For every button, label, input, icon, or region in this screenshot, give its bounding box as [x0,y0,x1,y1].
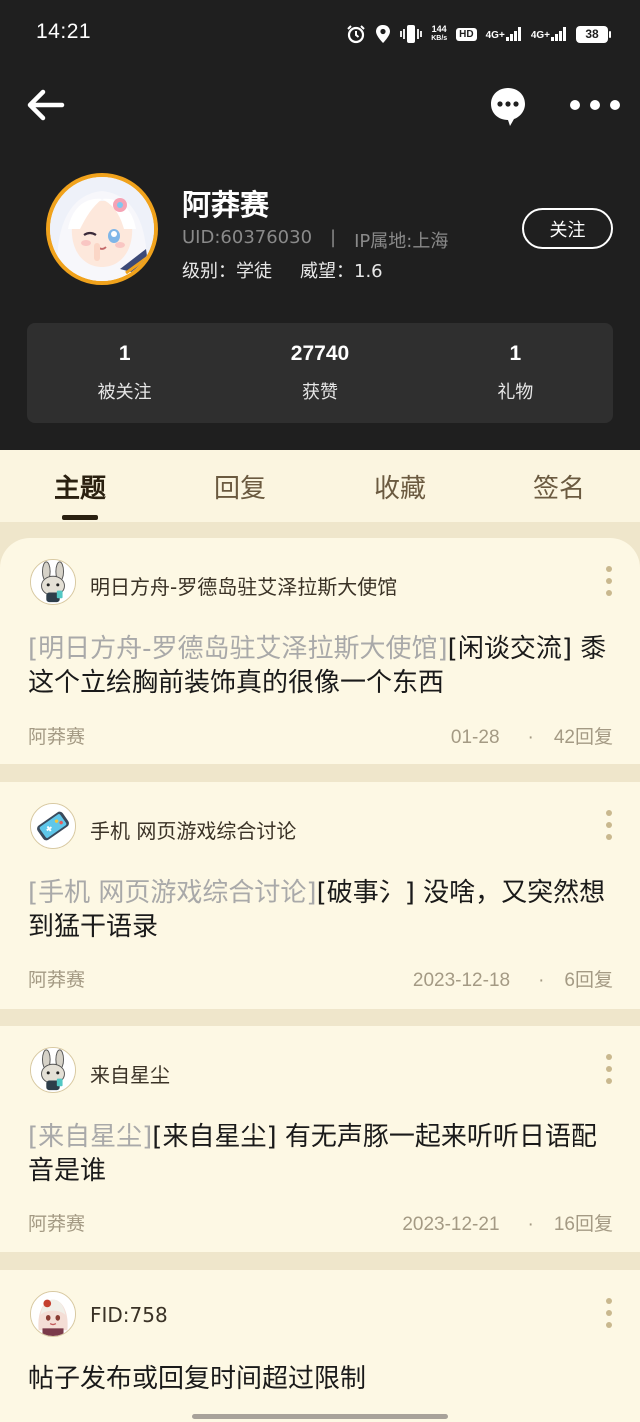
stat-label: 被关注 [97,382,152,403]
status-icons: 144 KB/s HD 4G+ 4G+ 38 [346,22,611,46]
stat-value: 27740 [290,342,350,365]
post-date: 01-28 [450,727,500,748]
stat-followers[interactable]: 1 被关注 [27,323,222,423]
post-menu-button[interactable] [600,566,618,602]
forum-name[interactable]: FID:758 [90,1303,168,1327]
post-menu-button[interactable] [600,810,618,846]
more-icon [570,100,620,110]
more-options-button[interactable] [566,88,624,122]
kebab-icon [600,1298,618,1328]
bunny-mascot-icon [31,560,75,604]
forum-name[interactable]: 明日方舟-罗德岛驻艾泽拉斯大使馆 [90,571,397,600]
stat-value: 1 [509,342,522,365]
profile-stats: 1 被关注 27740 获赞 1 礼物 [27,323,613,423]
anime-character-icon [31,1292,75,1336]
post-menu-button[interactable] [600,1054,618,1090]
post-card[interactable]: 来自星尘 [来自星尘][来自星尘] 有无声豚一起来听听日语配音是谁 阿莽赛 20… [0,1026,640,1252]
profile-tabs: 主题 回复 收藏 签名 [0,450,640,522]
post-menu-button[interactable] [600,1298,618,1334]
status-bar: 14:21 144 KB/s HD 4G+ 4G+ 38 [0,0,640,68]
meta-dot: · [527,727,534,748]
signal-label: 4G+ [530,30,550,41]
signal-label: 4G+ [485,30,505,41]
anime-girl-avatar-icon [50,177,154,281]
net-speed-value: 144 [431,24,447,34]
post-title-text: 帖子发布或回复时间超过限制 [28,1364,367,1394]
net-speed-unit: KB/s [431,35,448,42]
profile-level-line: 级别：学徒 威望：1.6 [182,257,383,283]
post-date: 2023-12-21 [402,1214,500,1235]
post-date: 2023-12-18 [412,970,511,991]
forum-icon[interactable] [30,803,76,849]
post-reply-count: 42回复 [553,727,613,748]
alarm-icon [347,25,365,44]
post-title[interactable]: [明日方舟-罗德岛驻艾泽拉斯大使馆][闲谈交流] 黍这个立绘胸前装饰真的很像一个… [28,632,618,700]
uid-separator: | [330,227,337,248]
hd-icon: HD [456,27,477,41]
status-time: 14:21 [36,20,92,43]
post-reply-count: 6回复 [564,970,613,991]
stat-label: 获赞 [301,382,338,403]
signal-icon: 4G+ [486,27,522,41]
post-title[interactable]: 帖子发布或回复时间超过限制 [28,1362,618,1396]
forum-name[interactable]: 来自星尘 [90,1059,170,1088]
forum-icon[interactable] [30,1291,76,1337]
profile-uid-line: UID:60376030 | IP属地:上海 [182,227,448,253]
tab-favorites[interactable]: 收藏 [340,468,460,505]
profile-header: 14:21 144 KB/s HD 4G+ 4G+ 38 阿莽赛 UID:603… [0,0,640,450]
post-card[interactable]: 手机 网页游戏综合讨论 [手机 网页游戏综合讨论][破事氵] 没啥，又突然想到猛… [0,782,640,1009]
stat-likes[interactable]: 27740 获赞 [222,323,417,423]
battery-icon: 38 [576,25,611,43]
active-tab-indicator [62,515,98,520]
forum-name[interactable]: 手机 网页游戏综合讨论 [90,815,296,844]
kebab-icon [600,810,618,840]
post-author[interactable]: 阿莽赛 [28,1209,85,1236]
post-title[interactable]: [手机 网页游戏综合讨论][破事氵] 没啥，又突然想到猛干语录 [28,876,618,944]
meta-dot: · [538,970,545,991]
avatar[interactable] [46,173,158,285]
kebab-icon [600,1054,618,1084]
tab-signature[interactable]: 签名 [499,468,619,505]
back-arrow-icon [27,89,65,121]
profile-ip-location: IP属地:上海 [354,231,449,252]
message-icon [491,88,525,126]
message-button[interactable] [488,84,528,128]
bunny-mascot-icon [31,1048,75,1092]
back-button[interactable] [24,84,66,126]
post-card[interactable]: FID:758 帖子发布或回复时间超过限制 [0,1270,640,1422]
post-reply-count: 16回复 [553,1214,613,1235]
forum-icon[interactable] [30,559,76,605]
home-indicator[interactable] [192,1414,448,1419]
post-forum-tag: [手机 网页游戏综合讨论] [28,878,317,908]
signal-icon: 4G+ [531,27,567,41]
gamepad-phone-icon [31,804,75,848]
kebab-icon [600,566,618,596]
post-author[interactable]: 阿莽赛 [28,965,85,992]
top-nav [0,80,640,130]
profile-uid: UID:60376030 [182,227,313,248]
tab-replies[interactable]: 回复 [180,468,300,505]
profile-username: 阿莽赛 [182,188,270,222]
post-forum-tag: [明日方舟-罗德岛驻艾泽拉斯大使馆] [28,634,448,664]
post-card[interactable]: 明日方舟-罗德岛驻艾泽拉斯大使馆 [明日方舟-罗德岛驻艾泽拉斯大使馆][闲谈交流… [0,538,640,764]
meta-dot: · [527,1214,534,1235]
post-title[interactable]: [来自星尘][来自星尘] 有无声豚一起来听听日语配音是谁 [28,1120,618,1188]
vibrate-icon [400,25,423,43]
tab-topics[interactable]: 主题 [20,468,140,505]
follow-button[interactable]: 关注 [522,208,613,249]
post-forum-tag: [来自星尘] [28,1122,153,1152]
net-speed: 144 KB/s [431,25,447,43]
profile-level: 级别：学徒 [182,261,272,282]
forum-icon[interactable] [30,1047,76,1093]
stat-value: 1 [118,342,131,365]
post-author[interactable]: 阿莽赛 [28,722,85,749]
location-icon [376,25,391,43]
profile-reputation: 威望：1.6 [300,261,383,282]
stat-gifts[interactable]: 1 礼物 [418,323,613,423]
stat-label: 礼物 [497,382,534,403]
